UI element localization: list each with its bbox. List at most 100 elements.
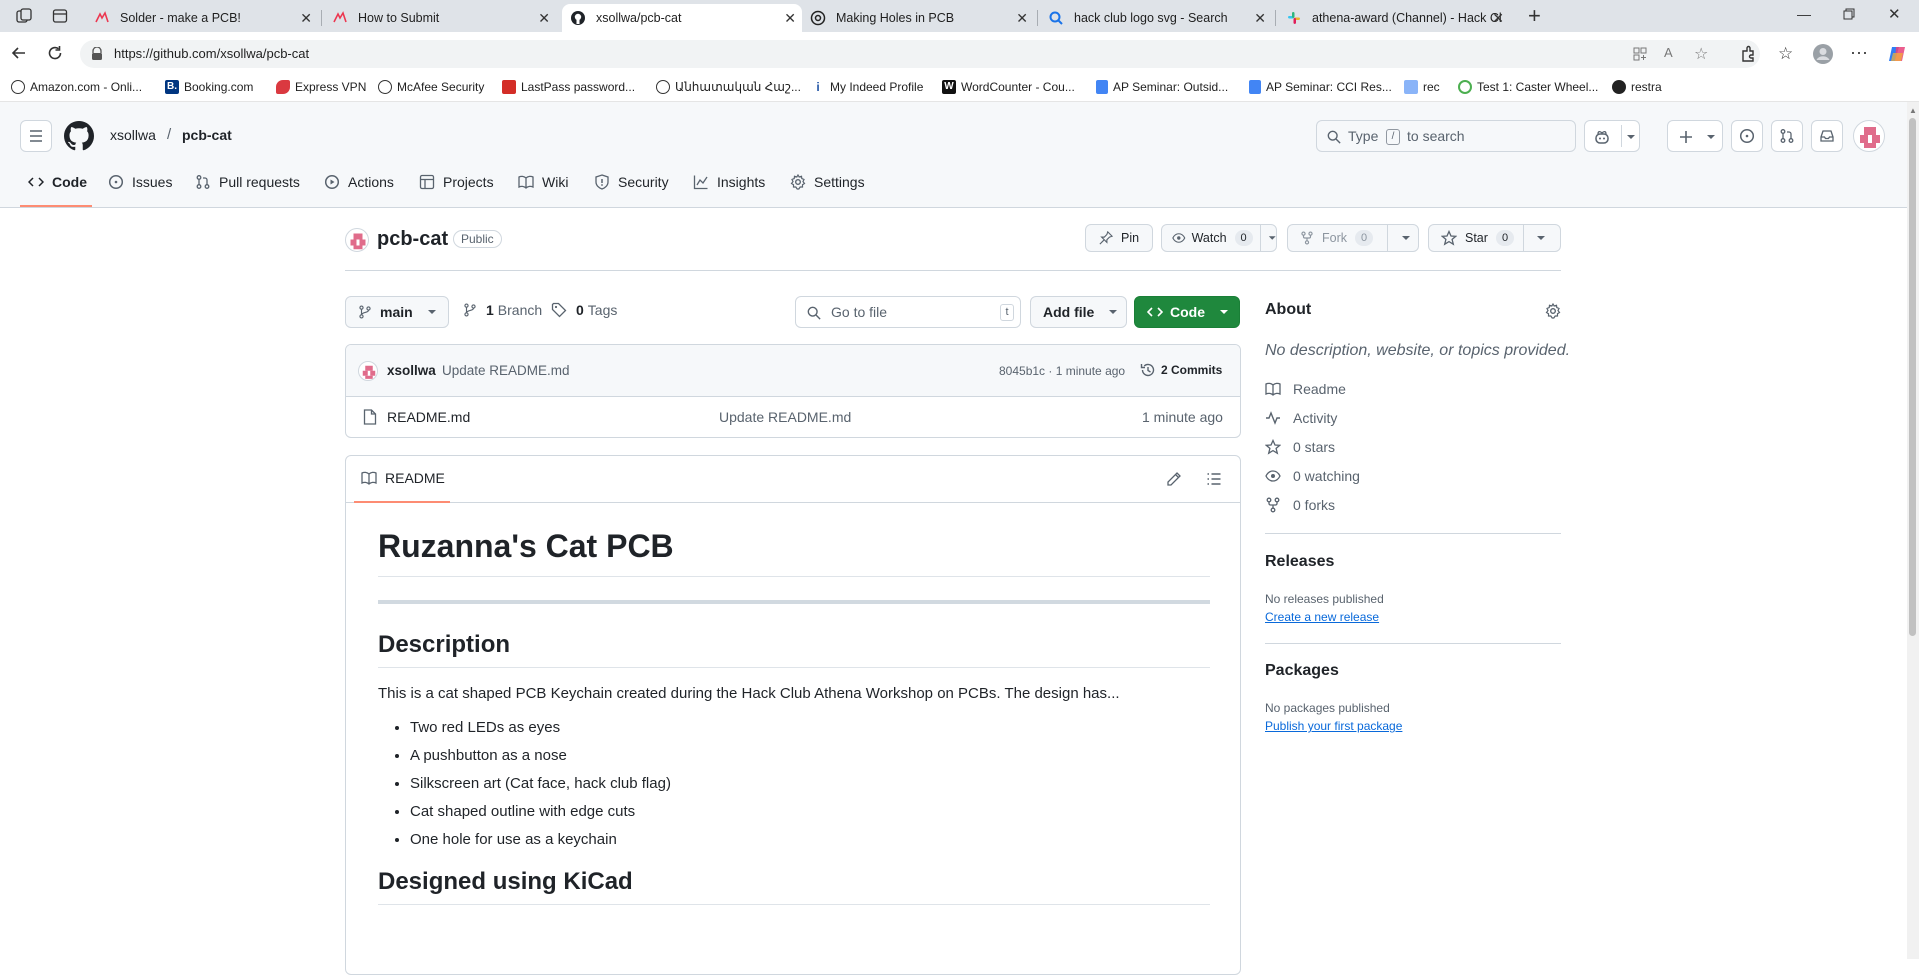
tab-actions[interactable]: Actions	[324, 174, 394, 190]
chevron-down-icon[interactable]	[1401, 234, 1411, 242]
commits-link[interactable]: 2 Commits	[1140, 362, 1222, 378]
tab-actions-icon[interactable]	[52, 8, 68, 24]
commit-author[interactable]: xsollwa	[387, 363, 436, 378]
readme-tab[interactable]: README	[361, 470, 445, 486]
tab-wiki[interactable]: Wiki	[518, 174, 568, 190]
repo-owner-avatar[interactable]	[345, 228, 369, 252]
publish-package-link[interactable]: Publish your first package	[1265, 719, 1402, 733]
bookmark-item[interactable]: Amazon.com - Onli...	[11, 80, 142, 94]
site-info-icon[interactable]	[90, 47, 104, 61]
file-commit-message[interactable]: Update README.md	[719, 409, 851, 425]
close-tab-icon[interactable]: ✕	[1492, 10, 1504, 27]
bookmark-item[interactable]: W WordCounter - Cou...	[942, 80, 1075, 94]
browser-tab[interactable]: Solder - make a PCB! ✕	[86, 4, 318, 32]
hamburger-menu-button[interactable]	[20, 120, 52, 152]
tab-issues[interactable]: Issues	[108, 174, 172, 190]
copilot-icon[interactable]	[1886, 43, 1908, 65]
tab-code[interactable]: Code	[28, 174, 87, 190]
bookmark-item[interactable]: Անհատական Հաշ...	[656, 80, 801, 94]
close-tab-icon[interactable]: ✕	[784, 10, 796, 27]
issues-button[interactable]	[1731, 120, 1763, 152]
commit-message[interactable]: Update README.md	[442, 363, 570, 378]
tab-settings[interactable]: Settings	[790, 174, 865, 190]
browser-tab[interactable]: How to Submit ✕	[324, 4, 556, 32]
forks-link[interactable]: 0 forks	[1265, 497, 1335, 513]
commit-author-avatar[interactable]	[358, 361, 378, 381]
star-button[interactable]: Star 0	[1428, 224, 1561, 252]
chevron-down-icon[interactable]	[1268, 234, 1276, 242]
scroll-up-icon[interactable]: ▲	[1909, 106, 1917, 115]
address-bar[interactable]	[80, 40, 1760, 68]
profile-avatar-icon[interactable]	[1812, 43, 1834, 65]
browser-tab-active[interactable]: xsollwa/pcb-cat ✕	[562, 4, 802, 32]
minimize-icon[interactable]: —	[1797, 6, 1811, 22]
favorites-icon[interactable]: ☆	[1778, 44, 1793, 64]
repo-title[interactable]: pcb-cat	[377, 228, 448, 251]
create-new-button[interactable]	[1667, 120, 1723, 152]
close-tab-icon[interactable]: ✕	[1016, 10, 1028, 27]
bookmark-item[interactable]: restra	[1612, 80, 1662, 94]
inbox-button[interactable]	[1811, 120, 1843, 152]
url-text[interactable]: https://github.com/xsollwa/pcb-cat	[114, 46, 309, 61]
watch-button[interactable]: Watch 0	[1161, 224, 1277, 252]
pencil-icon[interactable]	[1166, 471, 1182, 487]
bookmark-item[interactable]: Express VPN	[276, 80, 366, 94]
bookmark-item[interactable]: LastPass password...	[502, 80, 635, 94]
tab-projects[interactable]: Projects	[419, 174, 494, 190]
owner-link[interactable]: xsollwa	[110, 127, 156, 143]
bookmark-item[interactable]: AP Seminar: CCI Res...	[1249, 80, 1392, 94]
new-tab-icon[interactable]: +	[1528, 3, 1541, 29]
close-tab-icon[interactable]: ✕	[538, 10, 550, 27]
pin-button[interactable]: Pin	[1085, 224, 1153, 252]
browser-tab[interactable]: athena-award (Channel) - Hack Cl ✕	[1278, 4, 1510, 32]
bookmark-item[interactable]: B. Booking.com	[165, 80, 253, 94]
packages-title[interactable]: Packages	[1265, 662, 1339, 680]
releases-title[interactable]: Releases	[1265, 553, 1334, 571]
tags-link[interactable]: 0 Tags	[551, 302, 617, 318]
file-name[interactable]: README.md	[387, 409, 470, 425]
branches-link[interactable]: 1 Branch	[463, 302, 542, 318]
activity-link[interactable]: Activity	[1265, 410, 1337, 426]
read-aloud-icon[interactable]: A	[1664, 45, 1673, 60]
favorite-star-icon[interactable]: ☆	[1694, 44, 1708, 64]
watching-link[interactable]: 0 watching	[1265, 468, 1360, 484]
bookmark-item[interactable]: rec	[1404, 80, 1440, 94]
bookmark-item[interactable]: McAfee Security	[378, 80, 484, 94]
outline-list-icon[interactable]	[1206, 471, 1222, 487]
app-available-icon[interactable]	[1632, 46, 1648, 62]
extensions-icon[interactable]	[1739, 45, 1757, 63]
code-dropdown-button[interactable]: Code	[1134, 296, 1240, 328]
user-avatar[interactable]	[1853, 120, 1885, 152]
close-tab-icon[interactable]: ✕	[300, 10, 312, 27]
browser-tab[interactable]: hack club logo svg - Search ✕	[1040, 4, 1272, 32]
branch-selector[interactable]: main	[345, 296, 449, 328]
browser-menu-icon[interactable]: ···	[1850, 42, 1868, 63]
repo-link[interactable]: pcb-cat	[182, 127, 232, 143]
pull-requests-button[interactable]	[1771, 120, 1803, 152]
fork-button[interactable]: Fork 0	[1287, 224, 1419, 252]
github-logo-icon[interactable]	[64, 121, 94, 151]
bookmark-item[interactable]: AP Seminar: Outsid...	[1096, 80, 1228, 94]
chevron-down-icon[interactable]	[1536, 234, 1546, 242]
bookmark-item[interactable]: Test 1: Caster Wheel...	[1458, 80, 1598, 94]
tab-insights[interactable]: Insights	[693, 174, 765, 190]
tab-security[interactable]: Security	[594, 174, 669, 190]
close-tab-icon[interactable]: ✕	[1254, 10, 1266, 27]
workspaces-icon[interactable]	[16, 8, 32, 24]
add-file-button[interactable]: Add file	[1030, 296, 1127, 328]
refresh-icon[interactable]	[46, 44, 64, 62]
restore-icon[interactable]	[1843, 8, 1855, 20]
copilot-button[interactable]	[1584, 120, 1640, 152]
global-search-input[interactable]: Type / to search	[1316, 120, 1576, 152]
readme-link[interactable]: Readme	[1265, 381, 1346, 397]
tab-pull-requests[interactable]: Pull requests	[195, 174, 300, 190]
scrollbar-thumb[interactable]	[1909, 118, 1916, 636]
table-row[interactable]: README.md Update README.md 1 minute ago	[346, 397, 1240, 437]
back-icon[interactable]	[10, 44, 28, 62]
window-close-icon[interactable]: ✕	[1888, 5, 1901, 23]
go-to-file-input[interactable]: Go to file t	[795, 296, 1021, 328]
gear-icon[interactable]	[1545, 303, 1561, 319]
commit-sha-time[interactable]: 8045b1c · 1 minute ago	[999, 364, 1125, 378]
create-release-link[interactable]: Create a new release	[1265, 610, 1379, 624]
stars-link[interactable]: 0 stars	[1265, 439, 1335, 455]
